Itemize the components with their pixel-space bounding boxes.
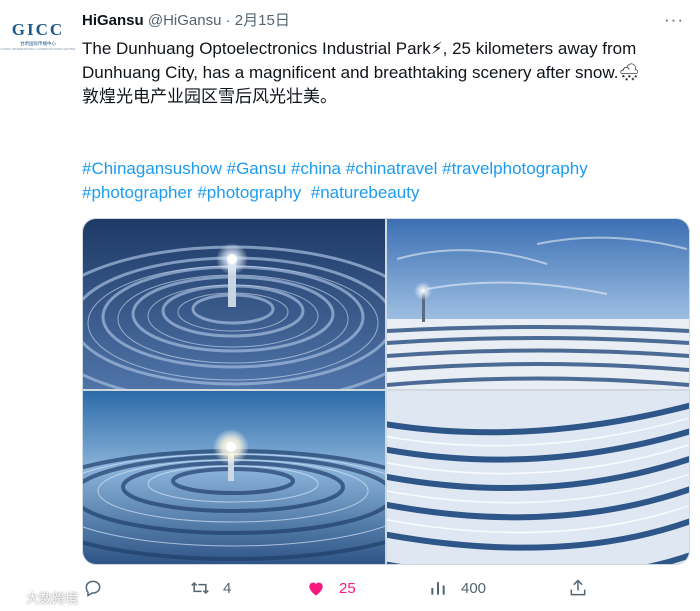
tweet-date[interactable]: 2月15日	[235, 12, 290, 29]
views-icon	[427, 577, 449, 599]
avatar-logo-text: GICC	[11, 20, 65, 39]
tweet-text-chinese: 敦煌光电产业园区雪后风光壮美。	[82, 87, 337, 106]
author-name[interactable]: HiGansu	[82, 12, 144, 29]
media-grid	[82, 218, 690, 565]
hashtag-link[interactable]: #travelphotography	[442, 159, 588, 178]
photo-2[interactable]	[387, 219, 689, 389]
hashtag-link[interactable]: #photography	[197, 183, 301, 202]
hashtag-list: #Chinagansushow #Gansu #china #chinatrav…	[82, 157, 682, 205]
hashtag-link[interactable]: #china	[291, 159, 341, 178]
photo-1[interactable]	[83, 219, 385, 389]
hashtag-link[interactable]: #photographer	[82, 183, 193, 202]
tweet-text-english: The Dunhuang Optoelectronics Industrial …	[82, 39, 641, 82]
reply-button[interactable]	[82, 572, 116, 604]
watermark: 大数跨境	[6, 588, 78, 607]
watermark-logo-icon	[6, 588, 26, 604]
watermark-text: 大数跨境	[26, 591, 79, 606]
tweet-header: HiGansu @HiGansu · 2月15日	[82, 11, 290, 31]
hashtag-link[interactable]: #Gansu	[227, 159, 287, 178]
avatar-logo-sub: 甘肃国际传播中心	[19, 41, 56, 47]
tweet-text: The Dunhuang Optoelectronics Industrial …	[82, 37, 682, 109]
more-options-icon[interactable]: ···	[662, 10, 686, 32]
header-separator: ·	[225, 12, 231, 29]
author-handle[interactable]: @HiGansu	[148, 12, 222, 29]
hashtag-link[interactable]: #chinatravel	[346, 159, 438, 178]
retweet-button[interactable]: 4	[189, 572, 231, 604]
hashtag-link[interactable]: #naturebeauty	[311, 183, 420, 202]
reply-icon	[82, 577, 104, 599]
heart-icon	[305, 577, 327, 599]
like-count: 25	[339, 579, 356, 597]
avatar[interactable]: GICC 甘肃国际传播中心 GANSU INTERNATIONAL COMMUN…	[1, 14, 76, 58]
photo-4[interactable]	[387, 391, 689, 564]
retweet-icon	[189, 577, 211, 599]
retweet-count: 4	[223, 579, 232, 597]
views-count: 400	[461, 579, 487, 597]
avatar-logo-tiny: GANSU INTERNATIONAL COMMUNICATION CENTER	[0, 47, 76, 51]
share-icon	[567, 577, 589, 599]
like-button[interactable]: 25	[305, 572, 356, 604]
tweet-actions: 4 25 400	[82, 572, 682, 604]
photo-3[interactable]	[83, 391, 385, 564]
share-button[interactable]	[567, 572, 589, 604]
hashtag-link[interactable]: #Chinagansushow	[82, 159, 222, 178]
views-button[interactable]: 400	[427, 572, 486, 604]
